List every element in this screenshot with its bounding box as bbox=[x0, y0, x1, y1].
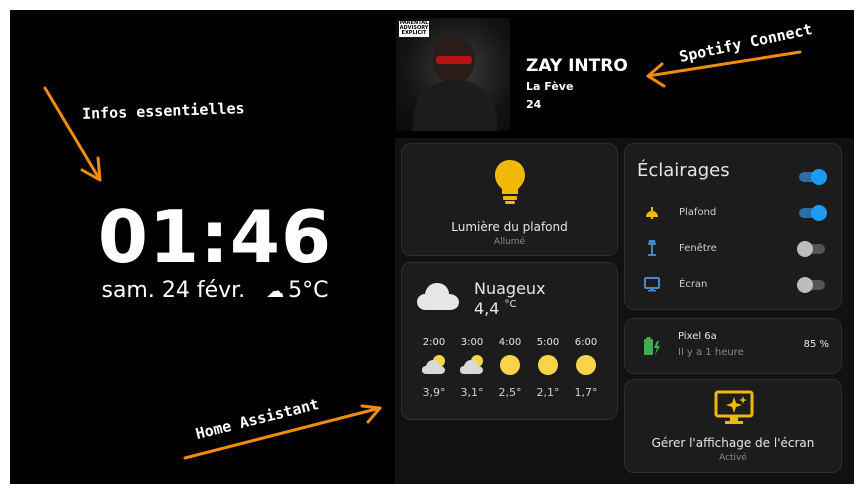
kiosk-screen: 01:46 sam. 24 févr. ☁ 5°C PARENTAL ADVISOR… bbox=[10, 10, 854, 484]
annotation-arrows bbox=[43, 50, 802, 460]
infos-arrow bbox=[43, 86, 102, 182]
